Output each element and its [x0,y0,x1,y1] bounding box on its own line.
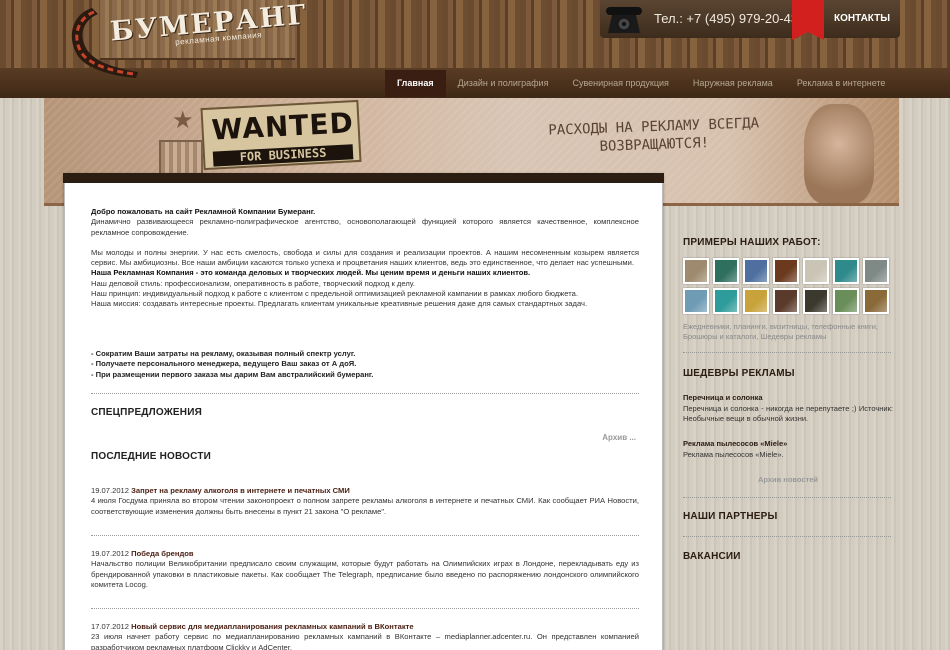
news-item: 17.07.2012 Новый сервис для медиапланиро… [91,622,639,650]
main-content: Добро пожаловать на сайт Рекламной Компа… [63,173,664,650]
news-title: ПОСЛЕДНИЕ НОВОСТИ [91,451,212,462]
intro-p1: Динамично развивающееся рекламно-полигра… [91,217,639,237]
vacancies-title[interactable]: ВАКАНСИИ [683,551,741,562]
specials-archive-link[interactable]: Архив ... [602,433,636,442]
nav-item-outdoor[interactable]: Наружная реклама [681,70,785,97]
news-date: 17.07.2012 [91,622,130,631]
news-date: 19.07.2012 [91,549,130,558]
main-nav: Главная Дизайн и полиграфия Сувенирная п… [385,70,897,97]
work-thumbnail[interactable] [713,258,739,284]
wanted-subtitle: FOR BUSINESS [212,144,354,167]
divider [683,536,891,537]
work-thumbnail[interactable] [863,288,889,314]
benefit-item: - Сократим Ваши затраты на рекламу, оказ… [91,349,356,358]
news-title-link[interactable]: Запрет на рекламу алкоголя в интернете и… [131,486,350,495]
news-text: 23 июля начнет работу сервис по медиапла… [91,632,639,650]
phone-number: Тел.: +7 (495) 979-20-43 [654,11,799,26]
news-title-link[interactable]: Победа брендов [131,549,193,558]
news-archive-link[interactable]: Архив новостей [683,475,893,484]
works-gallery [683,258,893,314]
work-thumbnail[interactable] [683,258,709,284]
nav-item-internet[interactable]: Реклама в интернете [785,70,898,97]
masterpieces-title: ШЕДЕВРЫ РЕКЛАМЫ [683,368,795,379]
nav-item-home[interactable]: Главная [385,70,446,97]
work-thumbnail[interactable] [773,258,799,284]
specials-title: СПЕЦПРЕДЛОЖЕНИЯ [91,407,203,418]
work-thumbnail[interactable] [863,258,889,284]
intro-p2: Мы молоды и полны энергии. У нас есть см… [91,247,639,268]
masterpiece-link[interactable]: Перечница и солонка [683,393,763,402]
contacts-link[interactable]: КОНТАКТЫ [834,13,890,24]
portrait-image [804,104,874,203]
star-icon: ★ [172,107,194,134]
divider [683,352,891,353]
intro-p3: Наша Рекламная Компания - это команда де… [91,268,531,278]
works-title: ПРИМЕРЫ НАШИХ РАБОТ: [683,237,821,248]
work-thumbnail[interactable] [773,288,799,314]
divider [91,608,639,609]
work-thumbnail[interactable] [713,288,739,314]
work-thumbnail[interactable] [833,258,859,284]
welcome-text: Добро пожаловать на сайт Рекламной Компа… [91,207,316,216]
wanted-title: WANTED [210,106,355,147]
divider [91,393,639,394]
banner-slogan: РАСХОДЫ НА РЕКЛАМУ ВСЕГДА ВОЗВРАЩАЮТСЯ! [548,115,760,155]
masterpiece-text: Перечница и солонка - никогда не перепут… [683,404,893,423]
benefits-list: - Сократим Ваши затраты на рекламу, оказ… [91,349,639,380]
intro-p5: Наш принцип: индивидуальный подход к раб… [91,289,578,299]
intro-p4: Наш деловой стиль: профессионализм, опер… [91,278,415,288]
intro-p6: Наша миссия: создавать интересные проект… [91,299,588,309]
intro-text: Добро пожаловать на сайт Рекламной Компа… [91,207,639,310]
work-thumbnail[interactable] [803,288,829,314]
work-thumbnail[interactable] [803,258,829,284]
benefit-item: - При размещении первого заказа мы дарим… [91,369,374,379]
news-text: Начальство полиции Великобритании предпи… [91,559,639,589]
wanted-poster: WANTED FOR BUSINESS [200,99,362,171]
work-thumbnail[interactable] [743,258,769,284]
news-date: 19.07.2012 [91,486,130,495]
work-thumbnail[interactable] [833,288,859,314]
divider [91,535,639,536]
sidebar: ПРИМЕРЫ НАШИХ РАБОТ: Ежедневники, планин… [668,206,908,650]
news-item: 19.07.2012 Победа брендов Начальство пол… [91,549,639,590]
telephone-icon [606,7,642,33]
work-thumbnail[interactable] [743,288,769,314]
work-thumbnail[interactable] [683,288,709,314]
benefit-item: - Получаете персонального менеджера, вед… [91,359,357,369]
nav-item-design[interactable]: Дизайн и полиграфия [446,70,561,97]
nav-item-souvenirs[interactable]: Сувенирная продукция [560,70,680,97]
works-links[interactable]: Ежедневники, планинги, визитницы, телефо… [683,322,893,341]
divider [683,497,891,498]
contacts-flag [792,0,824,40]
masterpiece-link[interactable]: Реклама пылесосов «Miele» [683,439,787,448]
news-title-link[interactable]: Новый сервис для медиапланирования рекла… [131,622,413,631]
partners-title[interactable]: НАШИ ПАРТНЕРЫ [683,511,777,522]
masterpiece-text: Реклама пылесосов «Miele». [683,450,784,459]
news-text: 4 июля Госдума приняла во втором чтении … [91,496,639,516]
news-item: 19.07.2012 Запрет на рекламу алкоголя в … [91,486,639,517]
